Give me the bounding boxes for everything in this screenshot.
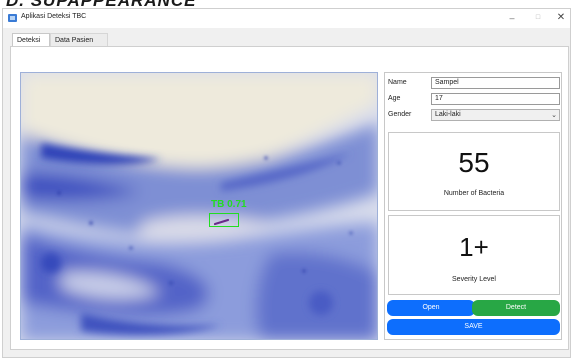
detection-bounding-box <box>209 213 239 227</box>
window-title: Aplikasi Deteksi TBC <box>21 13 87 20</box>
age-label: Age <box>388 95 401 102</box>
severity-card: 1+ Severity Level <box>388 215 560 295</box>
title-bar: Aplikasi Deteksi TBC – □ ✕ <box>3 9 570 28</box>
app-icon <box>8 14 17 22</box>
age-input[interactable]: 17 <box>431 93 560 105</box>
maximize-button[interactable]: □ <box>531 12 545 24</box>
microscope-image-graphic <box>21 73 377 339</box>
save-button[interactable]: SAVE <box>387 319 560 335</box>
patient-side-panel: Name Sampel Age 17 Gender Laki-laki ⌄ 55… <box>384 72 562 340</box>
bacteria-count-card: 55 Number of Bacteria <box>388 132 560 211</box>
minimize-button[interactable]: – <box>505 12 519 24</box>
name-row: Name Sampel <box>388 77 560 90</box>
deteksi-panel: TB 0.71 Name Sampel Age 17 Gender Laki-l… <box>10 46 569 350</box>
app-window: Aplikasi Deteksi TBC – □ ✕ Deteksi Data … <box>2 8 571 358</box>
gender-row: Gender Laki-laki ⌄ <box>388 109 560 122</box>
bacteria-count-caption: Number of Bacteria <box>443 190 505 197</box>
tab-deteksi[interactable]: Deteksi <box>12 33 50 47</box>
name-label: Name <box>388 79 407 86</box>
bacteria-count-value: 55 <box>458 147 490 178</box>
name-input[interactable]: Sampel <box>431 77 560 89</box>
gender-select-value: Laki-laki <box>435 111 461 118</box>
chevron-down-icon: ⌄ <box>551 112 557 119</box>
detection-label: TB 0.71 <box>211 199 247 210</box>
gender-select[interactable]: Laki-laki ⌄ <box>431 109 560 121</box>
open-button[interactable]: Open <box>387 300 475 316</box>
severity-value: 1+ <box>459 232 489 262</box>
age-row: Age 17 <box>388 93 560 106</box>
close-button[interactable]: ✕ <box>554 12 568 24</box>
microscope-image: TB 0.71 <box>20 72 378 340</box>
tab-data-pasien[interactable]: Data Pasien <box>50 33 108 47</box>
severity-caption: Severity Level <box>452 276 496 283</box>
gender-label: Gender <box>388 111 412 118</box>
detect-button[interactable]: Detect <box>472 300 560 316</box>
